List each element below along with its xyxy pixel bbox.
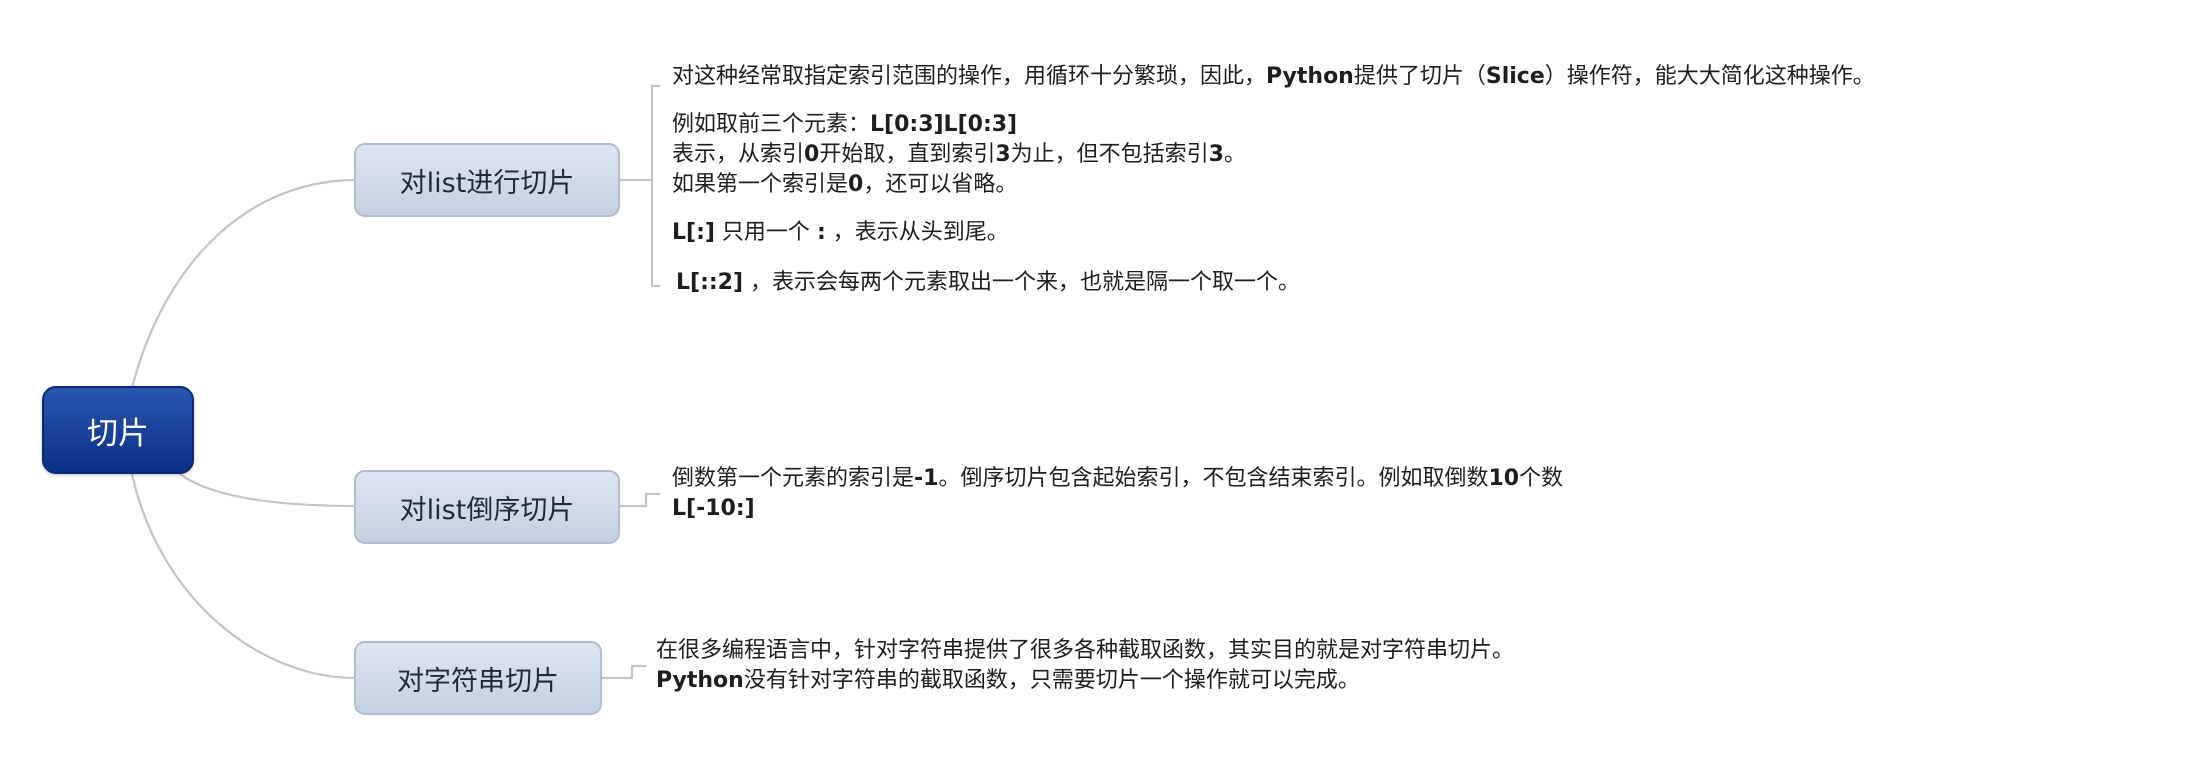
note-text: 为止，但不包括索引 <box>1010 142 1209 167</box>
connector-branch-2-out <box>620 492 660 508</box>
note-code-text: Python <box>1266 64 1354 89</box>
note-line: L[:] 只用一个 : ，表示从头到尾。 <box>672 218 1009 248</box>
note-text: 个数 <box>1519 466 1564 491</box>
note-text: 例如取前三个元素： <box>672 112 871 137</box>
note-text: ，还可以省略。 <box>863 172 1018 197</box>
note-text: 没有针对字符串的截取函数，只需要切片一个操作就可以完成。 <box>743 668 1360 693</box>
note-text: 如果第一个索引是 <box>672 172 849 197</box>
root-topic[interactable]: 切片 <box>42 386 194 474</box>
note-text: 提供了切片（ <box>1353 64 1486 89</box>
connector-root-to-branch-1 <box>130 178 357 389</box>
root-topic-label: 切片 <box>87 415 149 452</box>
note-text: 。倒序切片包含起始索引，不包含结束索引。例如取倒数 <box>938 466 1489 491</box>
note-code-text: : <box>816 220 826 245</box>
note-code-text: Python <box>656 668 744 693</box>
branch-topic-label: 对list倒序切片 <box>399 494 575 526</box>
connector-branch-3-out <box>602 664 646 680</box>
note-text: ，表示会每两个元素取出一个来，也就是隔一个取一个。 <box>743 270 1301 295</box>
note-code-text: 3 <box>995 142 1011 167</box>
note-text: 在很多编程语言中，针对字符串提供了很多各种截取函数，其实目的就是对字符串切片。 <box>656 638 1515 663</box>
note-code-text: 3 <box>1208 142 1224 167</box>
note-text: ，表示从头到尾。 <box>825 220 1009 245</box>
note-string-slicing: 在很多编程语言中，针对字符串提供了很多各种截取函数，其实目的就是对字符串切片。 P… <box>656 636 1514 696</box>
note-text: 开始取，直到索引 <box>819 142 996 167</box>
note-reverse-slicing: 倒数第一个元素的索引是-1。倒序切片包含起始索引，不包含结束索引。例如取倒数10… <box>672 464 1563 524</box>
note-slice-first-three: 例如取前三个元素：L[0:3]L[0:3] 表示，从索引0开始取，直到索引3为止，… <box>672 110 1246 200</box>
note-text: 对这种经常取指定索引范围的操作，用循环十分繁琐，因此， <box>672 64 1267 89</box>
note-text: 表示，从索引 <box>672 142 805 167</box>
branch-topic-list-slicing[interactable]: 对list进行切片 <box>354 143 620 217</box>
connector-branch-1-notes <box>650 84 660 288</box>
note-slice-full-copy: L[:] 只用一个 : ，表示从头到尾。 <box>672 218 1009 248</box>
note-line: 例如取前三个元素：L[0:3]L[0:3] <box>672 110 1246 140</box>
note-line: Python没有针对字符串的截取函数，只需要切片一个操作就可以完成。 <box>656 666 1514 696</box>
branch-topic-label: 对字符串切片 <box>397 665 559 697</box>
note-code-text: L[-10:] <box>672 496 755 521</box>
note-line: 表示，从索引0开始取，直到索引3为止，但不包括索引3。 <box>672 140 1246 170</box>
note-code-text: L[0:3]L[0:3] <box>870 112 1018 137</box>
note-text: ）操作符，能大大简化这种操作。 <box>1544 64 1875 89</box>
note-code-text: 0 <box>804 142 820 167</box>
branch-topic-label: 对list进行切片 <box>399 167 575 199</box>
branch-topic-list-reverse-slicing[interactable]: 对list倒序切片 <box>354 470 620 544</box>
note-slice-step-two: L[::2] ，表示会每两个元素取出一个来，也就是隔一个取一个。 <box>676 268 1300 298</box>
note-line: L[::2] ，表示会每两个元素取出一个来，也就是隔一个取一个。 <box>676 268 1300 298</box>
note-line: 倒数第一个元素的索引是-1。倒序切片包含起始索引，不包含结束索引。例如取倒数10… <box>672 464 1563 494</box>
note-code-text: 0 <box>848 172 864 197</box>
note-code-text: L[:] <box>672 220 715 245</box>
note-line: L[-10:] <box>672 494 1563 524</box>
note-text: 只用一个 <box>714 220 817 245</box>
note-text: 。 <box>1223 142 1246 167</box>
note-line: 在很多编程语言中，针对字符串提供了很多各种截取函数，其实目的就是对字符串切片。 <box>656 636 1514 666</box>
note-text: 倒数第一个元素的索引是 <box>672 466 915 491</box>
note-code-text: -1 <box>914 466 939 491</box>
note-line: 如果第一个索引是0，还可以省略。 <box>672 170 1246 200</box>
note-slice-operator-intro: 对这种经常取指定索引范围的操作，用循环十分繁琐，因此，Python提供了切片（S… <box>672 62 1875 92</box>
note-code-text: Slice <box>1485 64 1545 89</box>
note-line: 对这种经常取指定索引范围的操作，用循环十分繁琐，因此，Python提供了切片（S… <box>672 62 1875 92</box>
connector-root-to-branch-2 <box>179 473 357 508</box>
note-code-text: 10 <box>1488 466 1520 491</box>
branch-topic-string-slicing[interactable]: 对字符串切片 <box>354 641 602 715</box>
note-code-text: L[::2] <box>676 270 744 295</box>
